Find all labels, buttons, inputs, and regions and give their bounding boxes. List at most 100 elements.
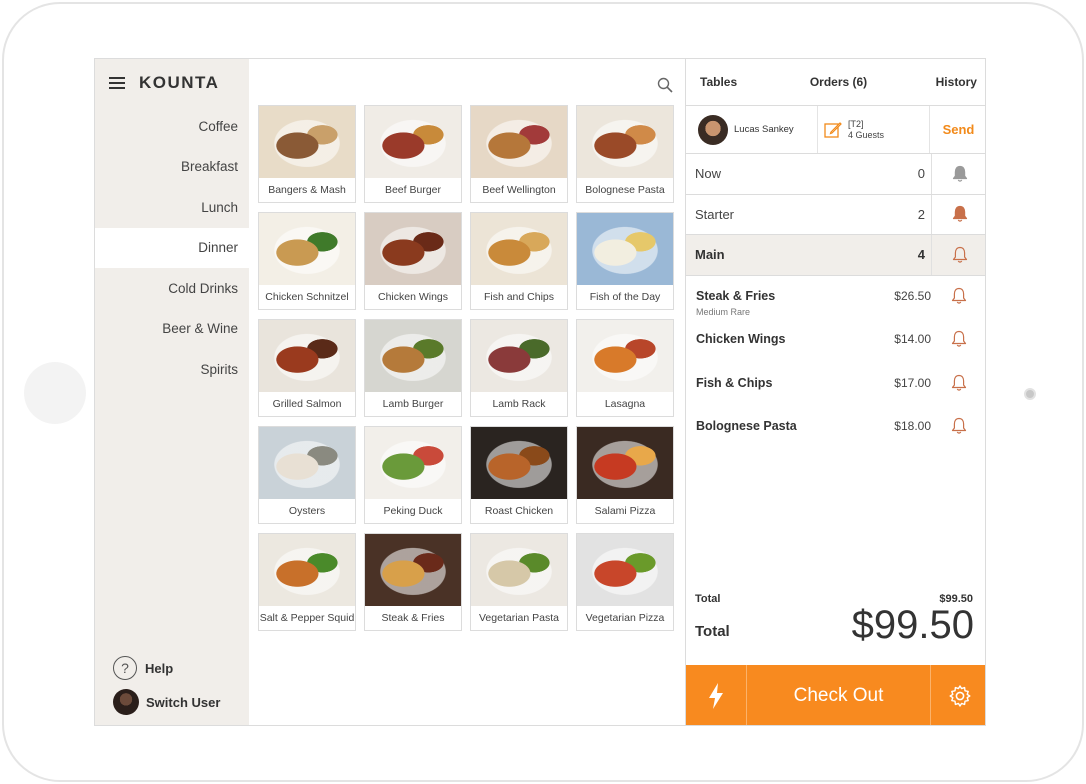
item-notify-button[interactable] xyxy=(951,287,967,305)
product-photo xyxy=(577,534,673,606)
camera-icon xyxy=(1024,388,1036,400)
product-label: Lasagna xyxy=(604,398,646,410)
order-item-price: $14.00 xyxy=(894,332,931,346)
product-tile[interactable]: Bangers & Mash xyxy=(258,105,356,203)
guest-count: 4 Guests xyxy=(848,129,885,140)
action-bar: Check Out xyxy=(686,665,985,725)
customer-name: Lucas Sankey xyxy=(734,124,794,135)
order-item[interactable]: Bolognese Pasta $18.00 xyxy=(686,412,985,456)
course-count: 4 xyxy=(917,247,925,263)
product-photo xyxy=(577,320,673,392)
course-notify-button[interactable] xyxy=(931,154,985,194)
sidebar-item-beer-wine[interactable]: Beer & Wine xyxy=(95,309,249,350)
product-photo xyxy=(259,320,355,392)
item-notify-button[interactable] xyxy=(951,417,967,435)
help-icon: ? xyxy=(113,656,137,680)
sidebar-item-breakfast[interactable]: Breakfast xyxy=(95,147,249,188)
product-tile[interactable]: Steak & Fries xyxy=(364,533,462,631)
product-photo xyxy=(471,320,567,392)
product-tile[interactable]: Lamb Rack xyxy=(470,319,568,417)
product-photo xyxy=(365,320,461,392)
product-tile[interactable]: Chicken Wings xyxy=(364,212,462,310)
table-selector[interactable]: [T2] 4 Guests xyxy=(818,106,930,153)
item-notify-button[interactable] xyxy=(951,330,967,348)
hamburger-menu-icon[interactable] xyxy=(109,77,125,90)
category-menu: Coffee Breakfast Lunch Dinner Cold Drinks Bee… xyxy=(95,106,249,390)
product-label: Steak & Fries xyxy=(381,612,445,624)
bell-icon xyxy=(951,287,967,304)
sidebar-item-label: Dinner xyxy=(198,240,238,256)
course-row-main[interactable]: Main 4 xyxy=(686,235,985,276)
product-tile[interactable]: Salami Pizza xyxy=(576,426,674,524)
pos-screen: KOUNTA Coffee Breakfast Lunch Dinner Cold Dr… xyxy=(94,58,986,726)
product-photo xyxy=(259,106,355,178)
switch-user-button[interactable]: Switch User xyxy=(113,689,220,715)
course-row-starter[interactable]: Starter 2 xyxy=(686,194,985,235)
item-notify-button[interactable] xyxy=(951,374,967,392)
product-label: Bangers & Mash xyxy=(268,184,346,196)
course-notify-button[interactable] xyxy=(931,235,985,275)
product-tile[interactable]: Grilled Salmon xyxy=(258,319,356,417)
product-tile[interactable]: Lasagna xyxy=(576,319,674,417)
order-item-price: $26.50 xyxy=(894,288,931,303)
bell-icon xyxy=(952,246,967,263)
search-icon[interactable] xyxy=(657,77,673,93)
sidebar-footer: ? Help Switch User xyxy=(113,647,220,715)
product-tile[interactable]: Beef Burger xyxy=(364,105,462,203)
subtotal-label: Total xyxy=(695,593,721,605)
settings-button[interactable] xyxy=(930,665,985,725)
product-photo xyxy=(365,534,461,606)
product-tile[interactable]: Fish of the Day xyxy=(576,212,674,310)
switch-user-label: Switch User xyxy=(146,694,221,710)
product-tile[interactable]: Salt & Pepper Squid xyxy=(258,533,356,631)
quick-pay-button[interactable] xyxy=(686,665,747,725)
course-notify-button[interactable] xyxy=(931,194,985,234)
sidebar-item-cold-drinks[interactable]: Cold Drinks xyxy=(95,268,249,309)
send-button[interactable]: Send xyxy=(930,106,985,153)
product-tile[interactable]: Vegetarian Pasta xyxy=(470,533,568,631)
product-tile[interactable]: Oysters xyxy=(258,426,356,524)
product-label: Lamb Rack xyxy=(492,398,546,410)
tab-orders[interactable]: Orders (6) xyxy=(792,75,884,89)
grand-total-row: Total $99.50 xyxy=(686,603,985,648)
bell-icon xyxy=(951,374,967,391)
product-photo xyxy=(471,213,567,285)
product-tile[interactable]: Roast Chicken xyxy=(470,426,568,524)
product-label: Salami Pizza xyxy=(594,505,656,517)
tab-tables[interactable]: Tables xyxy=(686,75,792,89)
product-label: Peking Duck xyxy=(383,505,443,517)
order-item-modifier: Medium Rare xyxy=(696,306,751,317)
course-row-now[interactable]: Now 0 xyxy=(686,154,985,195)
product-tile[interactable]: Fish and Chips xyxy=(470,212,568,310)
product-tile[interactable]: Chicken Schnitzel xyxy=(258,212,356,310)
brand-logo: KOUNTA xyxy=(139,73,220,92)
product-tile[interactable]: Bolognese Pasta xyxy=(576,105,674,203)
product-label: Fish and Chips xyxy=(483,291,555,303)
sidebar-item-lunch[interactable]: Lunch xyxy=(95,187,249,228)
product-tile[interactable]: Vegetarian Pizza xyxy=(576,533,674,631)
total-value: $99.50 xyxy=(851,603,974,647)
sidebar-item-coffee[interactable]: Coffee xyxy=(95,106,249,147)
help-label: Help xyxy=(145,660,174,676)
order-item[interactable]: Fish & Chips $17.00 xyxy=(686,369,985,413)
product-label: Fish of the Day xyxy=(589,291,661,303)
tab-history[interactable]: History xyxy=(885,75,985,89)
checkout-button[interactable]: Check Out xyxy=(747,665,930,725)
sidebar-item-spirits[interactable]: Spirits xyxy=(95,349,249,390)
product-tile[interactable]: Lamb Burger xyxy=(364,319,462,417)
home-button[interactable] xyxy=(24,362,86,424)
order-item-name: Fish & Chips xyxy=(696,375,773,390)
help-button[interactable]: ? Help xyxy=(113,656,220,680)
order-item[interactable]: Steak & Fries Medium Rare $26.50 xyxy=(686,282,985,326)
product-photo xyxy=(365,106,461,178)
product-tile[interactable]: Beef Wellington xyxy=(470,105,568,203)
sidebar-item-label: Cold Drinks xyxy=(168,280,238,296)
order-item-price: $17.00 xyxy=(894,375,931,390)
customer-selector[interactable]: Lucas Sankey xyxy=(686,106,818,153)
product-label: Chicken Schnitzel xyxy=(265,291,349,303)
product-photo xyxy=(365,427,461,499)
order-item[interactable]: Chicken Wings $14.00 xyxy=(686,325,985,369)
product-tile[interactable]: Peking Duck xyxy=(364,426,462,524)
sidebar-item-dinner[interactable]: Dinner xyxy=(95,227,249,268)
bell-icon xyxy=(952,206,967,222)
